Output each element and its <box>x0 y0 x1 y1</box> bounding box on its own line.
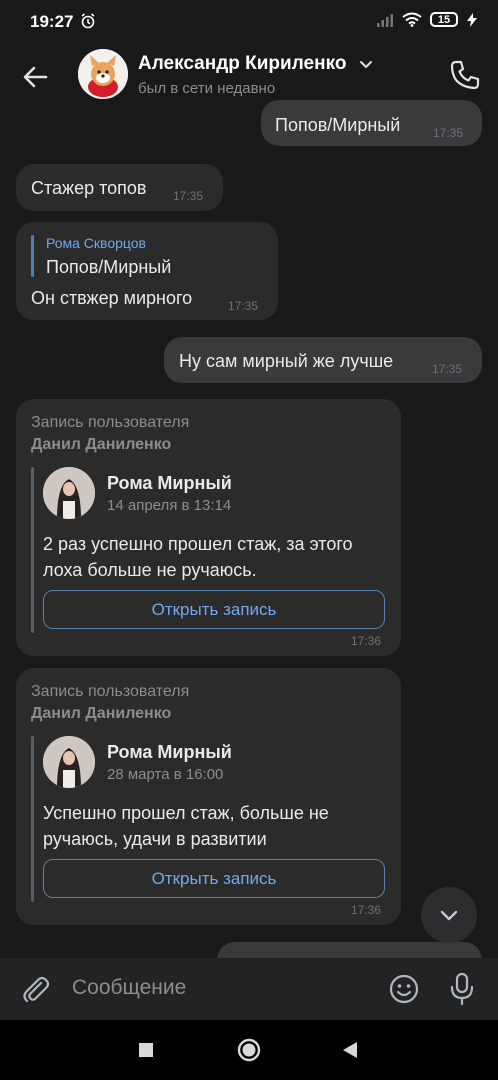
message-text: Ну сам мирный же лучше <box>179 351 394 371</box>
message-time: 17:35 <box>173 189 204 203</box>
post-text-line: 2 раз успешно прошел стаж, за этого <box>43 534 353 554</box>
shared-post-message[interactable]: Запись пользователя Данил Даниленко Рома… <box>16 399 401 656</box>
message-bubble-reply[interactable]: Рома Скворцов Попов/Мирный Он ствжер мир… <box>16 222 278 320</box>
message-time: 17:35 <box>228 299 259 313</box>
post-text-line: ручаюсь, удачи в развитии <box>43 829 267 849</box>
open-post-button[interactable]: Открыть запись <box>43 859 385 898</box>
message-time: 17:35 <box>432 362 463 376</box>
chevron-down-icon[interactable] <box>358 56 374 72</box>
microphone-icon[interactable] <box>448 972 476 1006</box>
recents-icon[interactable] <box>138 1042 154 1058</box>
status-icons: 15 <box>376 12 478 27</box>
home-icon[interactable] <box>237 1038 261 1062</box>
post-name[interactable]: Рома Мирный <box>107 742 232 763</box>
back-nav-icon[interactable] <box>341 1041 359 1059</box>
post-header: Запись пользователя <box>31 683 190 700</box>
wifi-icon <box>402 12 422 27</box>
post-date: 28 марта в 16:00 <box>107 766 224 783</box>
reply-bar <box>31 235 34 277</box>
signal-icon <box>377 13 393 27</box>
status-bar: 19:27 15 <box>0 0 498 44</box>
post-name[interactable]: Рома Мирный <box>107 473 232 494</box>
scroll-down-button[interactable] <box>421 887 477 943</box>
message-time: 17:36 <box>351 903 382 917</box>
post-avatar[interactable] <box>43 467 95 519</box>
open-post-button[interactable]: Открыть запись <box>43 590 385 629</box>
post-header: Запись пользователя <box>31 414 190 431</box>
post-avatar-image <box>43 736 95 788</box>
message-bubble-outgoing[interactable]: Попов/Мирный 17:35 <box>261 100 482 146</box>
battery-icon: 15 <box>430 12 458 27</box>
message-composer: Сообщение <box>0 958 498 1020</box>
message-time: 17:36 <box>351 634 382 648</box>
avatar-image <box>78 49 128 99</box>
charging-icon <box>467 12 477 27</box>
post-date: 14 апреля в 13:14 <box>107 497 232 514</box>
message-time: 17:35 <box>433 126 464 140</box>
reply-text[interactable]: Попов/Мирный <box>46 257 171 278</box>
back-arrow-icon[interactable] <box>20 61 52 93</box>
message-input[interactable]: Сообщение <box>72 976 186 1000</box>
reply-author[interactable]: Рома Скворцов <box>46 235 146 251</box>
contact-status: был в сети недавно <box>138 80 276 97</box>
post-quote-bar <box>31 736 34 902</box>
contact-avatar[interactable] <box>78 49 128 99</box>
post-avatar-image <box>43 467 95 519</box>
attach-icon[interactable] <box>20 974 52 1006</box>
post-avatar[interactable] <box>43 736 95 788</box>
post-text-line: лоха больше не ручаюсь. <box>43 560 257 580</box>
status-time: 19:27 <box>30 12 74 31</box>
message-text: Стажер топов <box>31 178 147 198</box>
alarm-icon <box>81 13 95 29</box>
message-bubble-outgoing[interactable]: Ну сам мирный же лучше 17:35 <box>164 337 482 383</box>
system-navigation-bar <box>0 1020 498 1080</box>
chevron-down-icon <box>440 910 458 921</box>
contact-name[interactable]: Александр Кириленко <box>138 53 346 75</box>
post-text-line: Успешно прошел стаж, больше не <box>43 803 329 823</box>
post-author[interactable]: Данил Даниленко <box>31 705 171 723</box>
message-text: Попов/Мирный <box>275 115 401 135</box>
phone-icon[interactable] <box>448 58 482 92</box>
message-bubble-incoming[interactable]: Стажер топов 17:35 <box>16 164 223 211</box>
post-quote-bar <box>31 467 34 633</box>
post-author[interactable]: Данил Даниленко <box>31 436 171 454</box>
shared-post-message[interactable]: Запись пользователя Данил Даниленко Рома… <box>16 668 401 925</box>
emoji-icon[interactable] <box>388 973 420 1005</box>
message-text: Он ствжер мирного <box>31 288 193 308</box>
